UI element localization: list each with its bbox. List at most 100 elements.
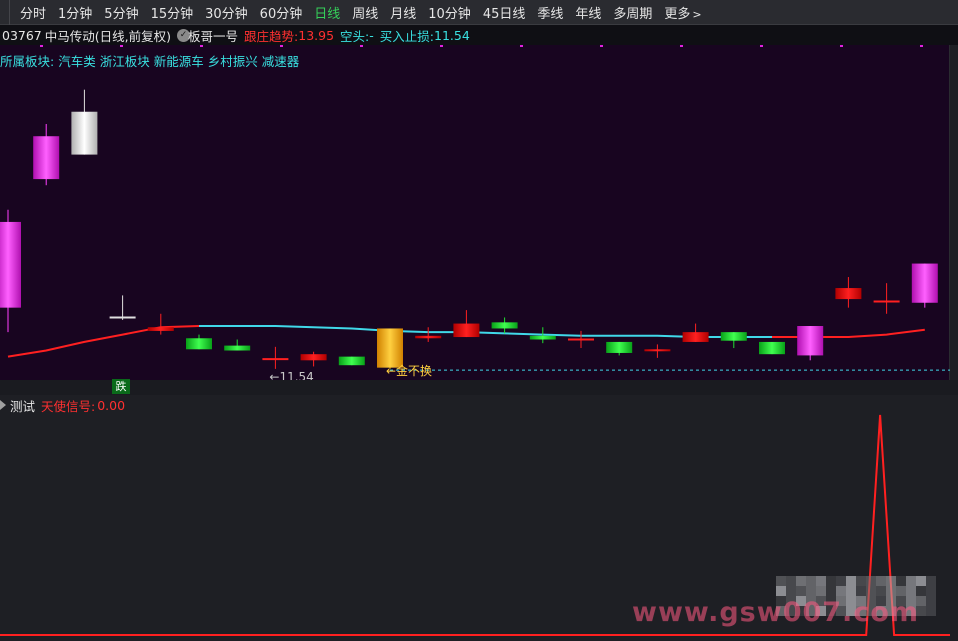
low-price-marker: ←11.54 <box>269 370 313 380</box>
mosaic-tile <box>906 576 916 586</box>
gold-marker: ←金不换 <box>386 363 432 378</box>
mosaic-tile <box>906 586 916 596</box>
panel-divider[interactable] <box>0 380 958 395</box>
candle-body <box>71 111 98 155</box>
mosaic-tile <box>916 576 926 586</box>
sector-item[interactable]: 汽车类 <box>58 54 96 69</box>
period-tab-2[interactable]: 5分钟 <box>98 3 144 22</box>
sector-items: 汽车类 浙江板块 新能源车 乡村振兴 减速器 <box>58 54 303 69</box>
short-value: - <box>369 27 374 43</box>
indicator-name[interactable]: 板哥一号 <box>188 26 238 45</box>
top-tick-mark <box>200 45 203 47</box>
period-tab-0[interactable]: 分时 <box>14 3 52 22</box>
mosaic-tile <box>786 586 796 596</box>
sub-panel-header: 测试 天使信号: 0.00 <box>0 396 125 414</box>
period-tab-12[interactable]: 年线 <box>569 3 607 22</box>
watermark: www.gsw007.com <box>632 597 920 628</box>
period-list: 分时 1分钟 5分钟 15分钟 30分钟 60分钟 日线 周线 月线 10分钟 45日线 季线 年线 多周… <box>14 3 658 22</box>
sub-indicator-name[interactable]: 测试 <box>10 396 35 415</box>
candle-body <box>529 335 556 340</box>
candle-body <box>835 288 862 300</box>
period-tab-9[interactable]: 10分钟 <box>422 3 477 22</box>
more-periods-button[interactable]: 更多 > <box>658 3 707 22</box>
mosaic-tile <box>776 576 786 586</box>
trend-label: 跟庄趋势: <box>244 28 299 44</box>
ma-line-segment <box>772 328 925 338</box>
candle-body <box>682 332 709 342</box>
period-tab-3[interactable]: 15分钟 <box>145 3 200 22</box>
candle-body <box>147 327 174 331</box>
mosaic-tile <box>916 586 926 596</box>
candle-body <box>797 326 824 356</box>
candle-body <box>224 345 251 351</box>
top-tick-mark <box>840 45 843 47</box>
mosaic-tile <box>806 586 816 596</box>
signal-tag: 跌 <box>112 379 130 394</box>
period-description: (日线,前复权) <box>94 28 172 44</box>
sector-label: 所属板块: <box>0 54 55 69</box>
top-tick-mark <box>760 45 763 47</box>
mosaic-tile <box>816 586 826 596</box>
toolbar-gripper[interactable] <box>0 0 10 25</box>
mosaic-tile <box>826 576 836 586</box>
mosaic-tile <box>876 576 886 586</box>
mosaic-tile <box>836 586 846 596</box>
candlestick-chart[interactable]: ←11.54 ←金不换 <box>0 45 950 384</box>
top-tick-mark <box>280 45 283 47</box>
candle-body <box>338 356 365 366</box>
candle-body <box>33 136 60 180</box>
candle-body <box>759 341 785 355</box>
stock-code: 03767 <box>2 27 42 43</box>
mosaic-tile <box>836 576 846 586</box>
mosaic-tile <box>866 576 876 586</box>
period-tab-6[interactable]: 日线 <box>308 3 346 22</box>
period-tab-7[interactable]: 周线 <box>346 3 384 22</box>
mosaic-tile <box>876 586 886 596</box>
candle-body <box>911 263 938 303</box>
period-tab-8[interactable]: 月线 <box>384 3 422 22</box>
candle-body <box>186 338 212 350</box>
candlestick-svg: ←11.54 ←金不换 <box>0 45 950 384</box>
sector-item[interactable]: 乡村振兴 <box>208 54 258 69</box>
period-tab-5[interactable]: 60分钟 <box>254 3 309 22</box>
mosaic-tile <box>816 576 826 586</box>
top-tick-mark <box>360 45 363 47</box>
candle-body <box>453 323 480 338</box>
top-tick-mark <box>600 45 603 47</box>
mosaic-tile <box>856 586 866 596</box>
candle-body <box>720 332 747 341</box>
sector-line: 所属板块: 汽车类 浙江板块 新能源车 乡村振兴 减速器 <box>0 51 307 69</box>
mosaic-tile <box>896 576 906 586</box>
period-tab-1[interactable]: 1分钟 <box>52 3 98 22</box>
mosaic-tile <box>796 586 806 596</box>
top-tick-mark <box>680 45 683 47</box>
more-label: 更多 <box>664 6 691 22</box>
period-tab-4[interactable]: 30分钟 <box>199 3 254 22</box>
top-tick-mark <box>920 45 923 47</box>
period-tab-10[interactable]: 45日线 <box>477 3 532 22</box>
stoploss-value: 11.54 <box>434 27 470 43</box>
mosaic-tile <box>846 576 856 586</box>
collapse-triangle-icon[interactable] <box>0 400 6 410</box>
period-tab-11[interactable]: 季线 <box>531 3 569 22</box>
mosaic-tile <box>926 606 936 616</box>
candle-body <box>0 221 21 308</box>
sector-item[interactable]: 新能源车 <box>154 54 204 69</box>
trend-value: 13.95 <box>298 27 335 43</box>
stoploss-label: 买入止损: <box>379 28 434 44</box>
mosaic-tile <box>926 596 936 606</box>
candle-body <box>415 335 442 339</box>
period-toolbar: 分时 1分钟 5分钟 15分钟 30分钟 60分钟 日线 周线 月线 10分钟 45日线 季线 年线 多周… <box>0 0 958 25</box>
sector-item[interactable]: 浙江板块 <box>100 54 150 69</box>
mosaic-tile <box>866 586 876 596</box>
mosaic-tile <box>926 586 936 596</box>
sector-item[interactable]: 减速器 <box>262 54 300 69</box>
mosaic-tile <box>926 576 936 586</box>
stock-name: 中马传动 <box>44 28 95 44</box>
signal-label: 天使信号: <box>41 398 96 414</box>
top-tick-mark <box>520 45 523 47</box>
top-tick-mark <box>40 45 43 47</box>
period-tab-13[interactable]: 多周期 <box>607 3 658 22</box>
chevron-right-icon: > <box>692 7 702 21</box>
signal-value: 0.00 <box>97 397 126 413</box>
